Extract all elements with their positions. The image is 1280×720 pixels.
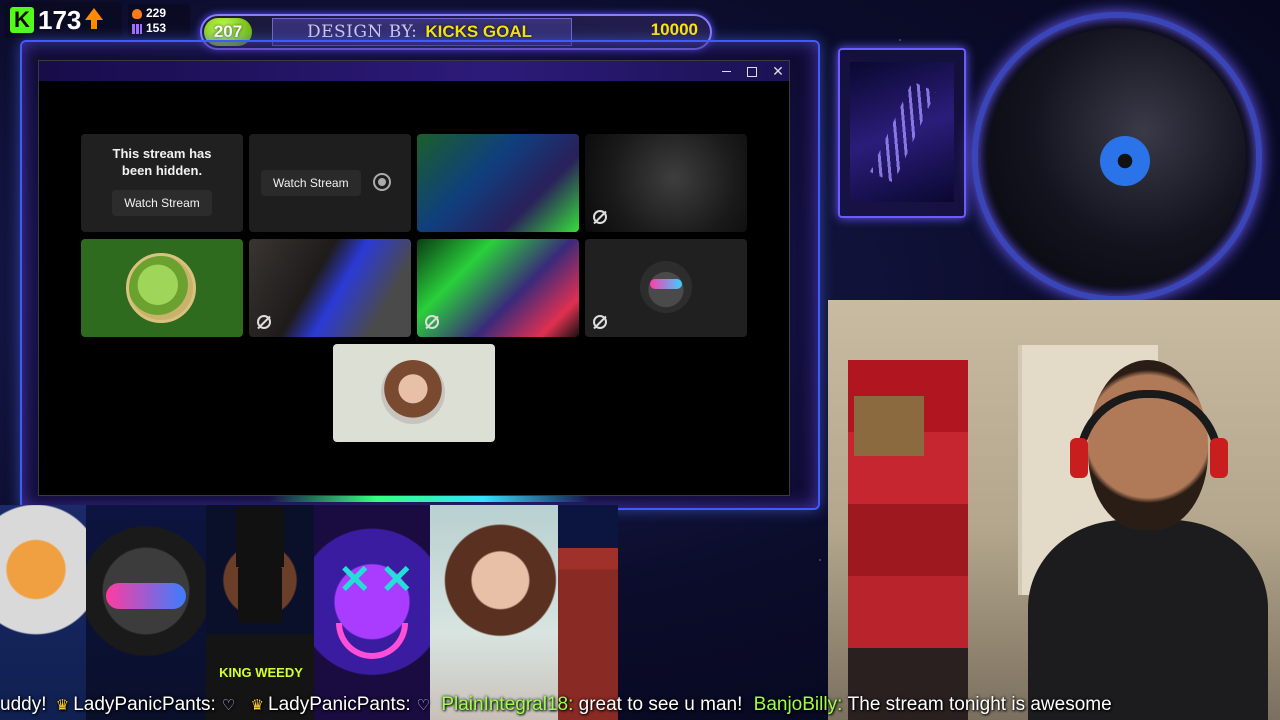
chat-ticker: uddy! ♛ LadyPanicPants: ♡ ♛ LadyPanicPants:… (0, 692, 1280, 718)
avatar-neon-face: ✕ ✕ (314, 505, 430, 720)
muted-icon[interactable] (257, 315, 271, 329)
muted-icon[interactable] (593, 315, 607, 329)
stream-tile-gaming[interactable] (417, 134, 579, 232)
chat-user: BanjoBilly: (753, 694, 843, 715)
goal-target: 10000 (650, 20, 698, 39)
stream-tile-webcam[interactable] (585, 134, 747, 232)
close-button[interactable]: ✕ (771, 64, 785, 78)
avatar (640, 261, 692, 313)
window-titlebar[interactable]: ✕ (39, 61, 789, 81)
kick-follower-counter: K 173 (4, 2, 122, 38)
glasses-graphic (106, 583, 186, 609)
stream-tile-game[interactable] (417, 239, 579, 337)
avatar-strip: KING WEEDY ✕ ✕ (0, 505, 828, 720)
background-box (854, 396, 924, 456)
stream-tile-offline-avatar[interactable] (333, 344, 495, 442)
watch-stream-button[interactable]: Watch Stream (112, 190, 212, 216)
kick-follower-count: 173 (38, 4, 82, 35)
tophat-graphic (236, 507, 284, 567)
streamer (1028, 320, 1268, 720)
disc-graphic (1100, 136, 1150, 186)
bars-icon (132, 23, 142, 34)
eye-x-right: ✕ (380, 558, 414, 602)
maximize-button[interactable] (745, 64, 759, 78)
muted-icon[interactable] (593, 210, 607, 224)
heart-icon: ♡ (416, 697, 431, 714)
circular-cam-frame (972, 12, 1262, 302)
avatar-woman (430, 505, 558, 720)
frame-accent (270, 496, 590, 502)
stream-tile-offline-monkey[interactable] (585, 239, 747, 337)
avatar-samurai (558, 505, 618, 720)
crown-icon: ♛ (55, 697, 70, 714)
multistream-window: ✕ This stream has been hidden. Watch Str… (38, 60, 790, 496)
design-by-label: DESIGN BY: (307, 22, 418, 42)
avatar-shirt-text: KING WEEDY (219, 665, 303, 680)
watch-stream-button-2[interactable]: Watch Stream (261, 170, 361, 196)
dna-helix-graphic (870, 81, 936, 183)
stat-a-value: 229 (146, 6, 167, 20)
chat-item: ♛ LadyPanicPants: ♡ (247, 692, 437, 718)
chat-user: PlainIntegral18: (441, 694, 574, 715)
eye-x-left: ✕ (338, 558, 372, 602)
chat-message: great to see u man! (578, 694, 743, 715)
chat-item: BanjoBilly: The stream tonight is awesom… (754, 692, 1112, 718)
crown-icon: ♛ (250, 697, 264, 714)
stream-tile-offline-pepe[interactable] (81, 239, 243, 337)
streamer-body (1028, 520, 1268, 720)
chat-user: LadyPanicPants: (268, 694, 411, 715)
stream-tile-hidden: This stream has been hidden. Watch Strea… (81, 134, 243, 232)
fire-icon (132, 8, 142, 19)
side-card-frame (838, 48, 966, 218)
focus-icon[interactable] (373, 173, 391, 191)
smile-graphic (336, 623, 408, 659)
chat-item: PlainIntegral18: great to see u man! (441, 692, 742, 718)
chat-item: ♛ LadyPanicPants: ♡ (52, 692, 242, 718)
streamer-webcam (828, 300, 1280, 720)
muted-icon[interactable] (425, 315, 439, 329)
avatar (381, 360, 445, 424)
stream-tile-room[interactable] (249, 239, 411, 337)
kick-logo-icon: K (10, 7, 34, 33)
chat-user: LadyPanicPants: (73, 694, 216, 715)
avatar-king-weedy: KING WEEDY (206, 505, 314, 720)
avatar-monkey (86, 505, 206, 720)
chat-user: uddy! (0, 694, 47, 715)
chat-message: The stream tonight is awesome (847, 694, 1112, 715)
hidden-stream-message: This stream has been hidden. (112, 146, 212, 178)
stream-tile-hidden-2: Watch Stream (249, 134, 411, 232)
mini-stats-panel: 229 153 (128, 4, 190, 38)
side-card-art (850, 62, 954, 202)
chat-item: uddy! (0, 692, 46, 718)
goal-title: KICKS GOAL (425, 22, 533, 41)
arrow-up-icon (85, 8, 104, 29)
avatar-duck (0, 505, 90, 720)
minimize-button[interactable] (719, 64, 733, 78)
avatar (126, 253, 196, 323)
stat-b-value: 153 (146, 21, 167, 35)
heart-icon: ♡ (221, 697, 236, 714)
